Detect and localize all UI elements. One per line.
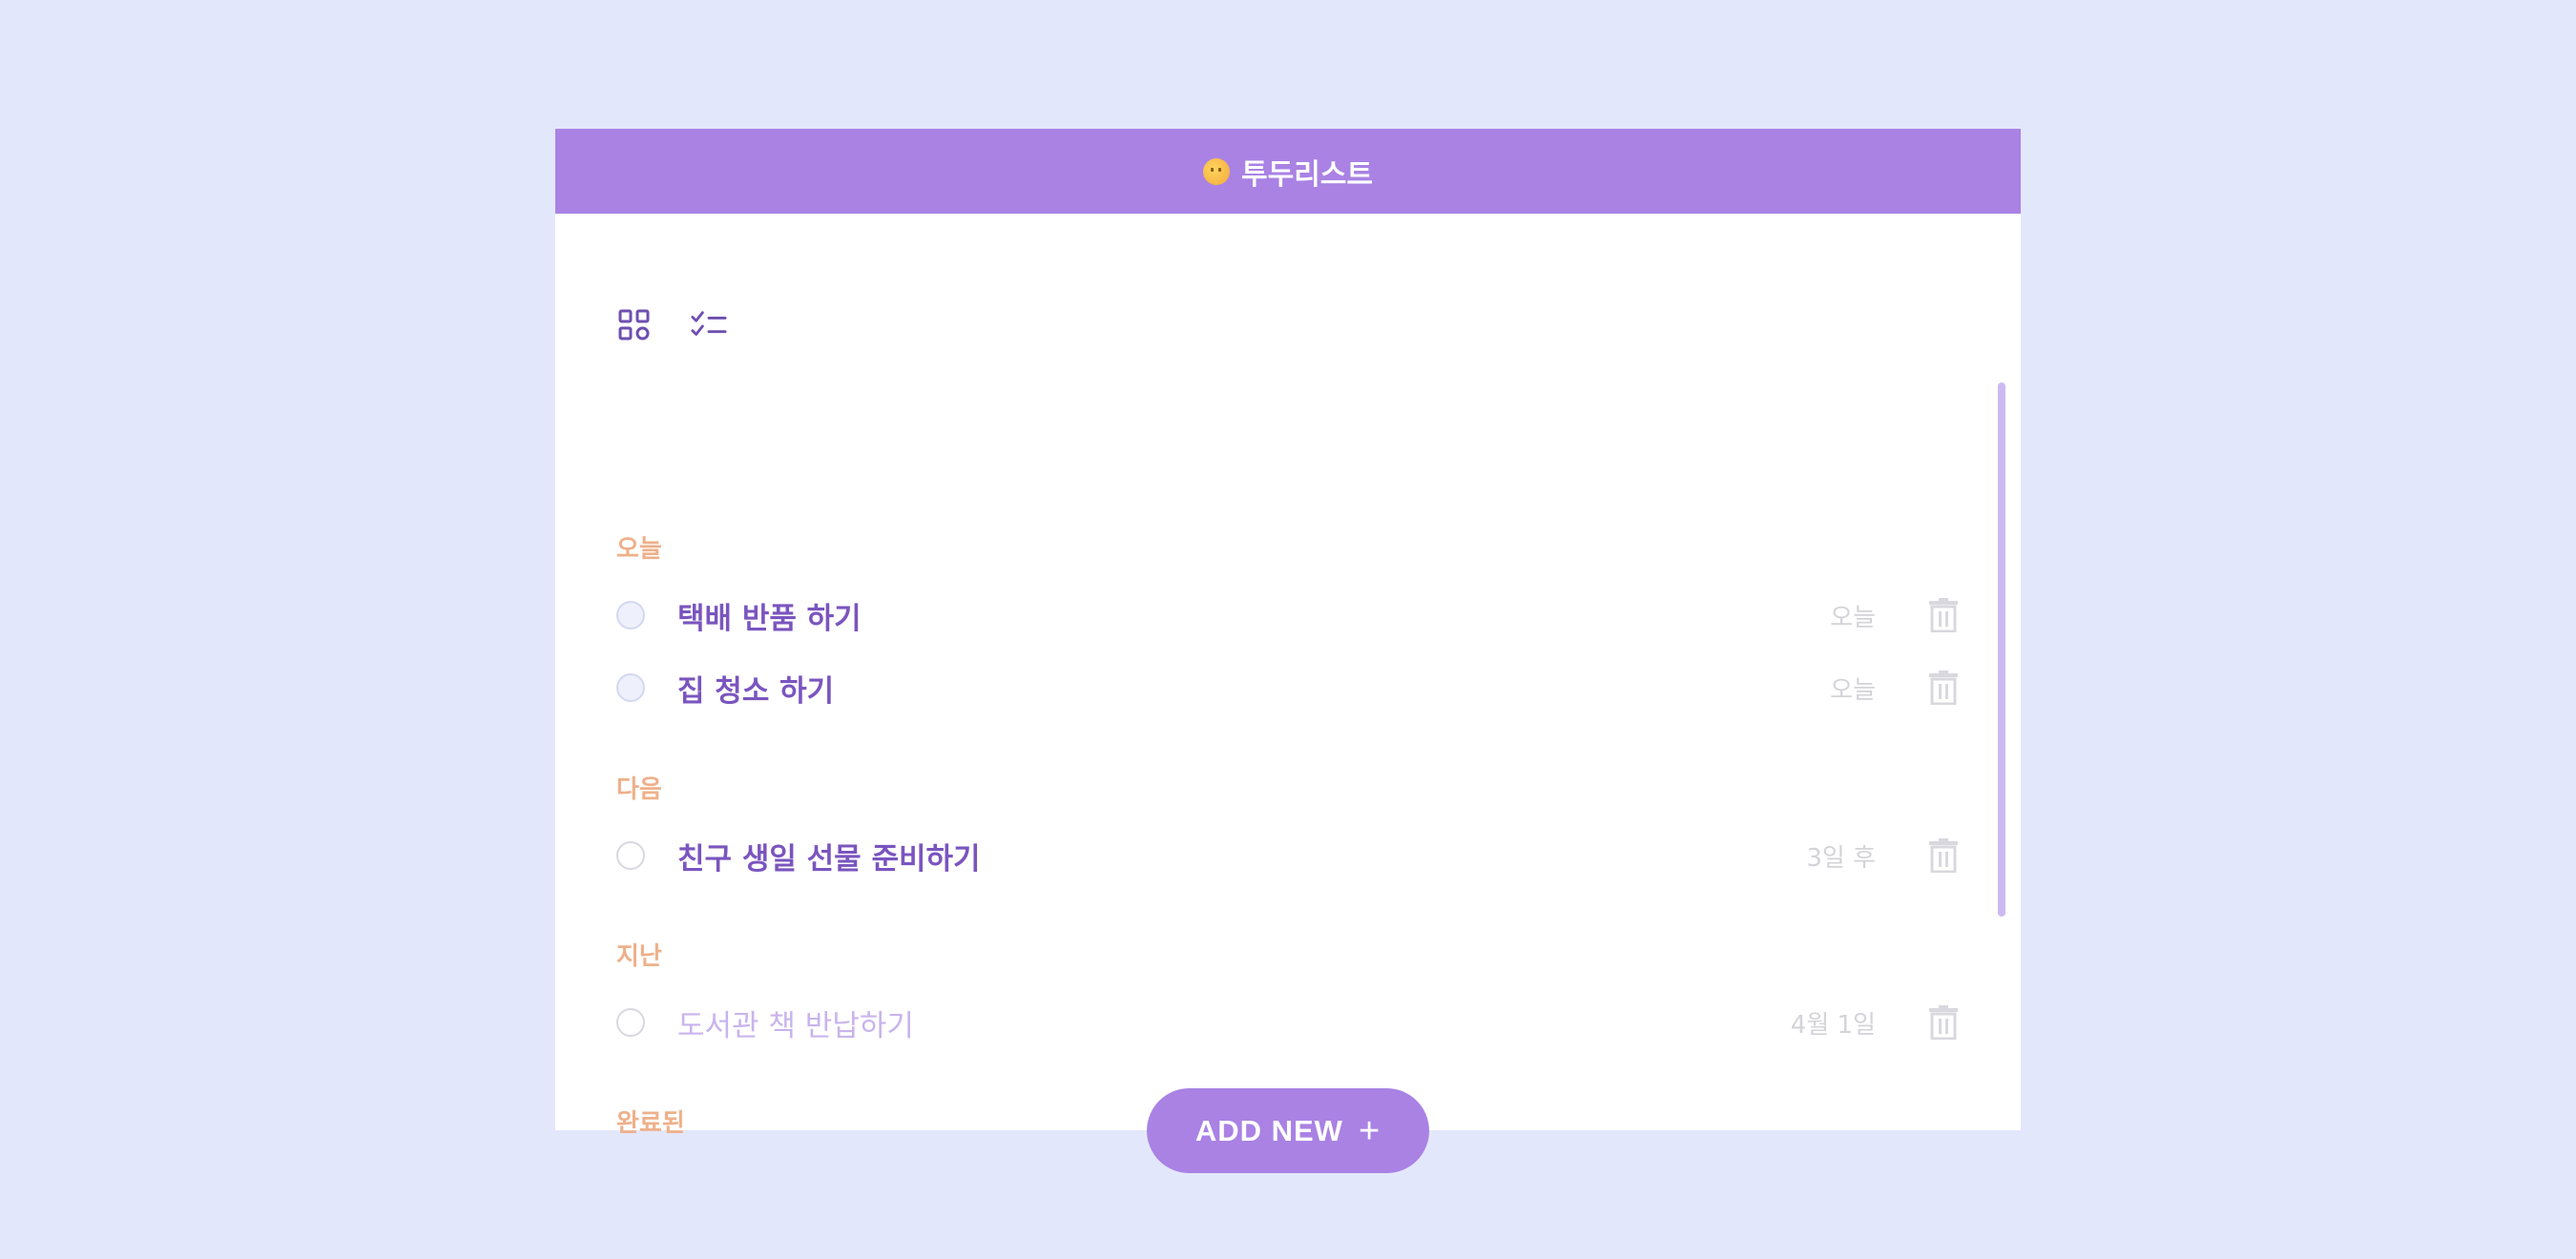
group-title-next: 다음 bbox=[616, 775, 662, 804]
app-header: 투두리스트 bbox=[555, 129, 2021, 214]
delete-task-button[interactable] bbox=[1927, 1004, 1960, 1041]
trash-icon bbox=[1929, 598, 1958, 632]
sun-face-icon bbox=[1203, 157, 1230, 185]
todo-card: 투두리스트 오늘 택배 반품 하기 오늘 집 청소 하기 오늘 다음 친구 생일… bbox=[555, 129, 2021, 1138]
task-title: 친구 생일 선물 준비하기 bbox=[677, 841, 981, 877]
task-title: 택배 반품 하기 bbox=[677, 601, 862, 636]
trash-icon bbox=[1929, 838, 1958, 873]
task-list: 오늘 택배 반품 하기 오늘 집 청소 하기 오늘 다음 친구 생일 선물 준비… bbox=[616, 358, 1960, 1138]
app-title: 투두리스트 bbox=[1241, 157, 1373, 192]
view-toggle bbox=[616, 307, 727, 343]
task-checkbox[interactable] bbox=[616, 841, 645, 870]
task-checkbox[interactable] bbox=[616, 673, 645, 702]
group-title-past: 지난 bbox=[616, 942, 662, 971]
task-title: 도서관 책 반납하기 bbox=[677, 1008, 914, 1043]
checklist-view-icon bbox=[691, 311, 727, 336]
task-date: 3일 후 bbox=[1806, 843, 1876, 873]
task-date: 오늘 bbox=[1830, 675, 1876, 705]
group-title-today: 오늘 bbox=[616, 535, 662, 564]
add-new-label: ADD NEW bbox=[1195, 1113, 1343, 1147]
task-row[interactable]: 택배 반품 하기 오늘 bbox=[616, 587, 1960, 644]
plus-icon: + bbox=[1358, 1110, 1381, 1151]
scrollbar[interactable] bbox=[1998, 382, 2005, 917]
task-row[interactable]: 도서관 책 반납하기 4월 1일 bbox=[616, 994, 1960, 1051]
task-checkbox[interactable] bbox=[616, 601, 645, 630]
grid-view-icon bbox=[618, 309, 650, 341]
task-title: 집 청소 하기 bbox=[677, 673, 835, 709]
trash-icon bbox=[1929, 1005, 1958, 1040]
task-row[interactable]: 집 청소 하기 오늘 bbox=[616, 659, 1960, 716]
delete-task-button[interactable] bbox=[1927, 597, 1960, 633]
task-checkbox[interactable] bbox=[616, 1008, 645, 1037]
checklist-view-button[interactable] bbox=[691, 307, 727, 343]
grid-view-button[interactable] bbox=[616, 307, 653, 343]
delete-task-button[interactable] bbox=[1927, 837, 1960, 874]
trash-icon bbox=[1929, 671, 1958, 705]
task-date: 4월 1일 bbox=[1790, 1010, 1876, 1040]
add-new-button[interactable]: ADD NEW + bbox=[1147, 1088, 1429, 1173]
delete-task-button[interactable] bbox=[1927, 670, 1960, 706]
task-date: 오늘 bbox=[1830, 603, 1876, 632]
group-title-completed: 완료된 bbox=[616, 1109, 685, 1138]
task-row[interactable]: 친구 생일 선물 준비하기 3일 후 bbox=[616, 827, 1960, 884]
